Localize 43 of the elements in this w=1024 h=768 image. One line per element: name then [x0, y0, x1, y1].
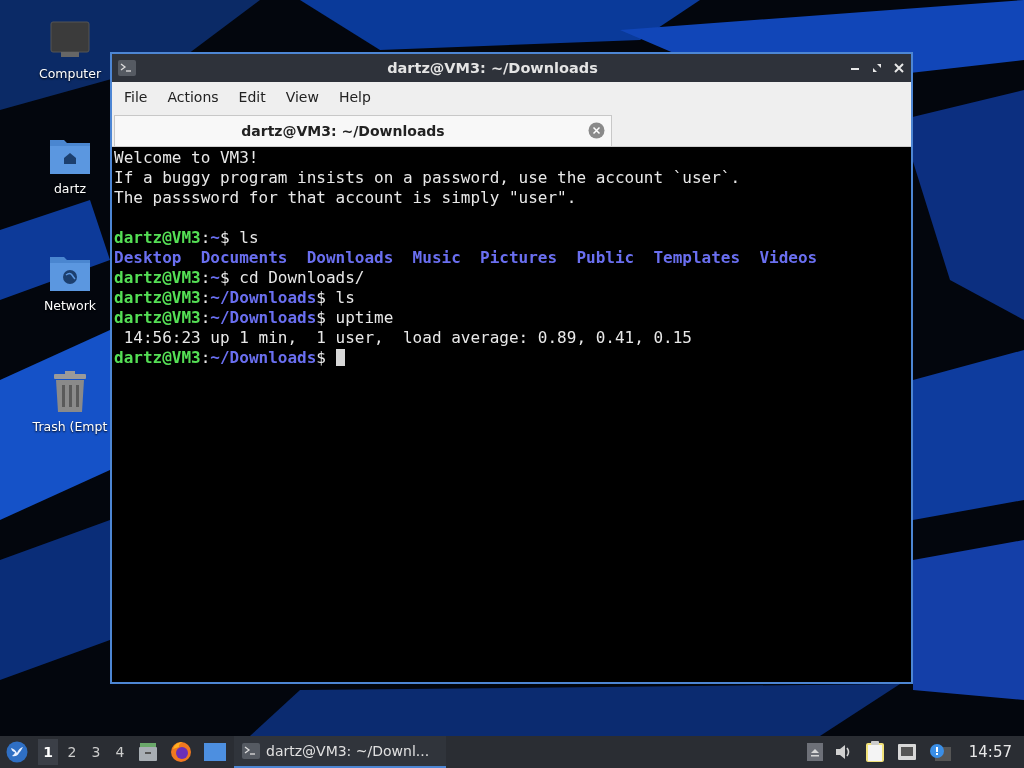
- terminal-line: 14:56:23 up 1 min, 1 user, load average: 0.89, 0.41, 0.15: [122, 328, 692, 347]
- terminal-line: If a buggy program insists on a password, use the account `user`.: [114, 168, 741, 187]
- workspace-button[interactable]: 4: [110, 739, 130, 765]
- terminal-line: dartz@VM3:~$ ls: [114, 227, 260, 248]
- menu-item[interactable]: View: [277, 89, 327, 105]
- tab-label[interactable]: dartz@VM3: ~/Downloads: [241, 123, 445, 139]
- terminal-line: dartz@VM3:~/Downloads$ uptime: [114, 308, 394, 327]
- desktop-icon-label[interactable]: Trash (Empt: [32, 419, 108, 434]
- terminal-icon: [242, 743, 260, 759]
- menu-item[interactable]: Actions: [159, 89, 227, 105]
- task-button[interactable]: dartz@VM3: ~/Downl...: [234, 736, 446, 768]
- maximize-icon[interactable]: [871, 62, 883, 74]
- terminal-line: Welcome to VM3!: [114, 148, 259, 167]
- workspace-button[interactable]: 2: [62, 739, 82, 765]
- terminal-icon: [118, 60, 136, 76]
- menu-item[interactable]: File: [116, 89, 156, 105]
- notification-icon[interactable]: [928, 743, 951, 761]
- terminal-line: Desktop Documents Downloads Music Pictures Public Templates Videos: [114, 248, 818, 267]
- terminal-line: The passsword for that account is simply "user".: [114, 188, 577, 207]
- clipboard-icon[interactable]: [864, 741, 885, 763]
- workspace-button[interactable]: 3: [86, 739, 106, 765]
- terminal-tab[interactable]: dartz@VM3: ~/Downloads: [114, 115, 612, 146]
- home-folder-icon[interactable]: [49, 137, 91, 175]
- eject-icon[interactable]: [806, 743, 823, 761]
- menu-item[interactable]: Edit: [230, 89, 274, 105]
- file-cabinet-icon[interactable]: [138, 742, 158, 762]
- terminal-line: dartz@VM3:~/Downloads$: [114, 348, 345, 367]
- clock[interactable]: 14:57: [968, 743, 1012, 761]
- desktop-icon-label[interactable]: Computer: [38, 66, 102, 81]
- menu-item[interactable]: Help: [330, 89, 379, 105]
- close-tab-icon[interactable]: [588, 122, 605, 139]
- terminal-line: dartz@VM3:~/Downloads$ ls: [114, 288, 355, 307]
- close-icon[interactable]: [893, 62, 905, 74]
- workspace-button[interactable]: 1: [38, 739, 58, 765]
- browser-icon[interactable]: [170, 741, 192, 763]
- terminal-line: dartz@VM3:~$ cd Downloads/: [114, 268, 365, 287]
- trash-icon[interactable]: [52, 371, 88, 413]
- task-label[interactable]: dartz@VM3: ~/Downl...: [266, 743, 430, 759]
- network-folder-icon[interactable]: [49, 254, 91, 292]
- desktop-icon-label[interactable]: Network: [43, 298, 97, 313]
- desktop-icon-label[interactable]: dartz: [53, 181, 87, 196]
- window-title: dartz@VM3: ~/Downloads: [386, 60, 599, 76]
- start-menu-icon[interactable]: [6, 741, 28, 763]
